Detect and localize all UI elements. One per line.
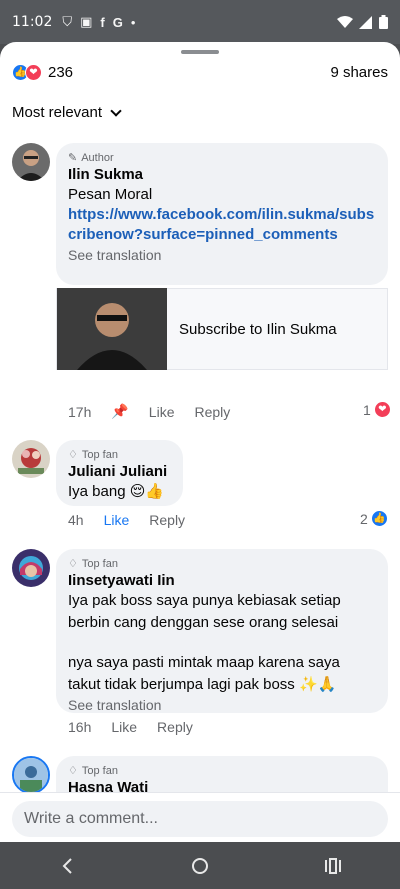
shares-count[interactable]: 9 shares: [330, 64, 388, 81]
dot-icon: •: [130, 14, 136, 30]
comment-reaction-count[interactable]: 1 ❤: [363, 401, 391, 418]
recents-icon[interactable]: [313, 851, 353, 881]
comment-bubble: ♢ Top fan Juliani Juliani Iya bang 😌👍: [56, 440, 183, 506]
comment-composer: Write a comment...: [0, 792, 400, 842]
signal-icon: [359, 15, 372, 29]
pencil-icon: ✎: [68, 152, 78, 164]
like-reaction-icon: 👍: [370, 510, 388, 527]
comment-input[interactable]: Write a comment...: [12, 801, 388, 837]
badge-label: Top fan: [81, 764, 118, 777]
love-reaction-icon: ❤: [25, 63, 42, 81]
facebook-icon: f: [100, 14, 105, 30]
subscribe-card[interactable]: Subscribe to Ilin Sukma: [56, 288, 388, 370]
vpn-icon: ⛉: [62, 14, 73, 29]
reaction-summary[interactable]: 👍 ❤ 236 9 shares: [12, 61, 388, 83]
like-button[interactable]: Like: [149, 404, 175, 420]
author-badge: ✎ Author: [68, 151, 376, 165]
reaction-number: 2: [360, 510, 368, 527]
comment-actions: 4h Like Reply: [68, 512, 185, 528]
chevron-down-icon: [110, 104, 122, 117]
love-reaction-icon: ❤: [373, 401, 391, 418]
top-fan-badge: ♢ Top fan: [68, 557, 376, 571]
comment-text-line: berbin cang denggan sese orang selesai: [68, 614, 339, 631]
comment-text-line: takut tidak berjumpa lagi pak boss ✨🙏: [68, 676, 337, 693]
top-fan-badge: ♢ Top fan: [68, 764, 376, 778]
battery-icon: [379, 15, 388, 29]
reply-button[interactable]: Reply: [157, 719, 193, 735]
comment-time: 17h: [68, 403, 92, 420]
subscribe-label: Subscribe to Ilin Sukma: [179, 320, 337, 338]
comment-actions: 16h Like Reply: [68, 719, 193, 735]
back-icon[interactable]: [47, 851, 87, 881]
pin-icon: 📌: [111, 403, 129, 419]
badge-label: Author: [81, 151, 114, 164]
system-nav-bar: [0, 842, 400, 889]
comment-text-line: Iya pak boss saya punya kebiasak setiap: [68, 592, 341, 609]
comments-sheet: 👍 ❤ 236 9 shares Most relevant ✎ Author …: [0, 42, 400, 842]
avatar[interactable]: [12, 549, 50, 587]
top-fan-badge: ♢ Top fan: [68, 448, 171, 462]
reaction-count: 236: [48, 63, 74, 81]
sort-label: Most relevant: [12, 104, 103, 121]
diamond-icon: ♢: [68, 765, 78, 777]
badge-label: Top fan: [81, 448, 118, 461]
commenter-name[interactable]: Iinsetyawati Iin: [68, 572, 376, 589]
commenter-name[interactable]: Juliani Juliani: [68, 463, 171, 480]
status-bar: 11:02 ⛉ ▣ f G •: [0, 0, 400, 44]
status-time: 11:02: [12, 14, 53, 30]
home-icon[interactable]: [180, 851, 220, 881]
subscribe-thumbnail: [57, 288, 167, 370]
avatar[interactable]: [12, 143, 50, 181]
badge-label: Top fan: [81, 557, 118, 570]
reaction-number: 1: [363, 401, 371, 418]
avatar[interactable]: [12, 756, 50, 794]
comment-text: Iya bang 😌👍: [68, 483, 165, 500]
comment-text-line: nya saya pasti mintak maap karena saya: [68, 654, 340, 671]
commenter-name[interactable]: Ilin Sukma: [68, 166, 376, 183]
comment-time: 16h: [68, 719, 92, 735]
see-translation[interactable]: See translation: [68, 247, 376, 263]
like-button[interactable]: Like: [111, 719, 137, 735]
diamond-icon: ♢: [68, 449, 78, 461]
sheet-grabber[interactable]: [181, 50, 219, 54]
reply-button[interactable]: Reply: [194, 404, 230, 420]
comment-bubble: ♢ Top fan Iinsetyawati Iin Iya pak boss …: [56, 549, 388, 713]
diamond-icon: ♢: [68, 558, 78, 570]
comment-reaction-count[interactable]: 2 👍: [360, 510, 388, 527]
google-icon: G: [112, 14, 123, 30]
comment-text: Pesan Moral: [68, 186, 153, 203]
comment-actions: 17h 📌 Like Reply: [68, 403, 230, 420]
sim-icon: ▣: [80, 14, 93, 29]
see-translation[interactable]: See translation: [68, 697, 376, 713]
reply-button[interactable]: Reply: [149, 512, 185, 528]
like-button[interactable]: Like: [104, 512, 130, 528]
comment-link[interactable]: https://www.facebook.com/ilin.sukma/subs…: [68, 205, 376, 245]
sort-dropdown[interactable]: Most relevant: [12, 104, 122, 121]
comment-time: 4h: [68, 512, 84, 528]
comment-bubble: ✎ Author Ilin Sukma Pesan Moral https://…: [56, 143, 388, 285]
avatar[interactable]: [12, 440, 50, 478]
wifi-icon: [337, 15, 353, 28]
